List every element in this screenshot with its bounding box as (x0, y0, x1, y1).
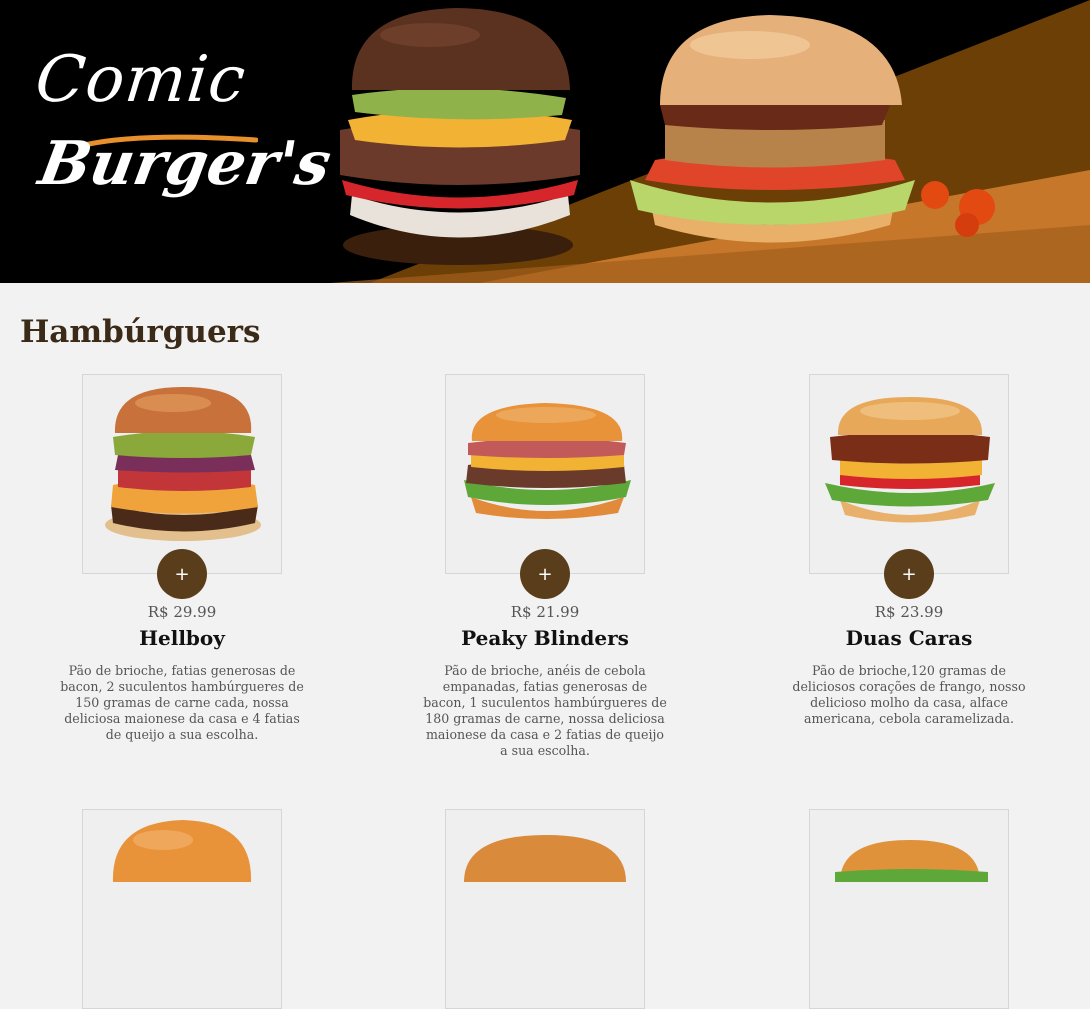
product-description: Pão de brioche,120 gramas de deliciosos … (792, 663, 1026, 726)
hero-pepper-image (921, 181, 995, 237)
brand-logo[interactable]: Comic Burger's (30, 43, 336, 228)
product-image (809, 374, 1009, 574)
product-price: R$ 29.99 (147, 603, 217, 621)
logo-text-comic: Comic (32, 43, 250, 117)
product-image-partial (809, 809, 1009, 1009)
product-name: Duas Caras (845, 626, 973, 650)
product-card-hellboy: + R$ 29.99 Hellboy Pão de brioche, fatia… (32, 374, 332, 774)
product-name: Peaky Blinders (461, 626, 629, 650)
product-price: R$ 23.99 (874, 603, 944, 621)
add-to-cart-button[interactable]: + (520, 549, 570, 599)
add-to-cart-button[interactable]: + (157, 549, 207, 599)
product-name: Hellboy (139, 626, 225, 650)
product-price: R$ 21.99 (510, 603, 580, 621)
hero-burger-dark-image (340, 8, 580, 265)
product-image-partial (445, 809, 645, 1009)
hero-banner: Comic Burger's (0, 0, 1090, 283)
product-image (82, 374, 282, 574)
product-description: Pão de brioche, fatias generosas de baco… (60, 663, 304, 742)
product-image-partial (82, 809, 282, 1009)
section-title: Hambúrguers (20, 314, 261, 350)
product-card-duas-caras: + R$ 23.99 Duas Caras Pão de brioche,120… (759, 374, 1059, 774)
product-description: Pão de brioche, anéis de cebola empanada… (423, 663, 667, 758)
product-card-peaky-blinders: + R$ 21.99 Peaky Blinders Pão de brioche… (395, 374, 695, 774)
add-to-cart-button[interactable]: + (884, 549, 934, 599)
logo-text-burgers: Burger's (33, 129, 337, 199)
hero-burger-light-image (630, 15, 915, 243)
product-image (445, 374, 645, 574)
